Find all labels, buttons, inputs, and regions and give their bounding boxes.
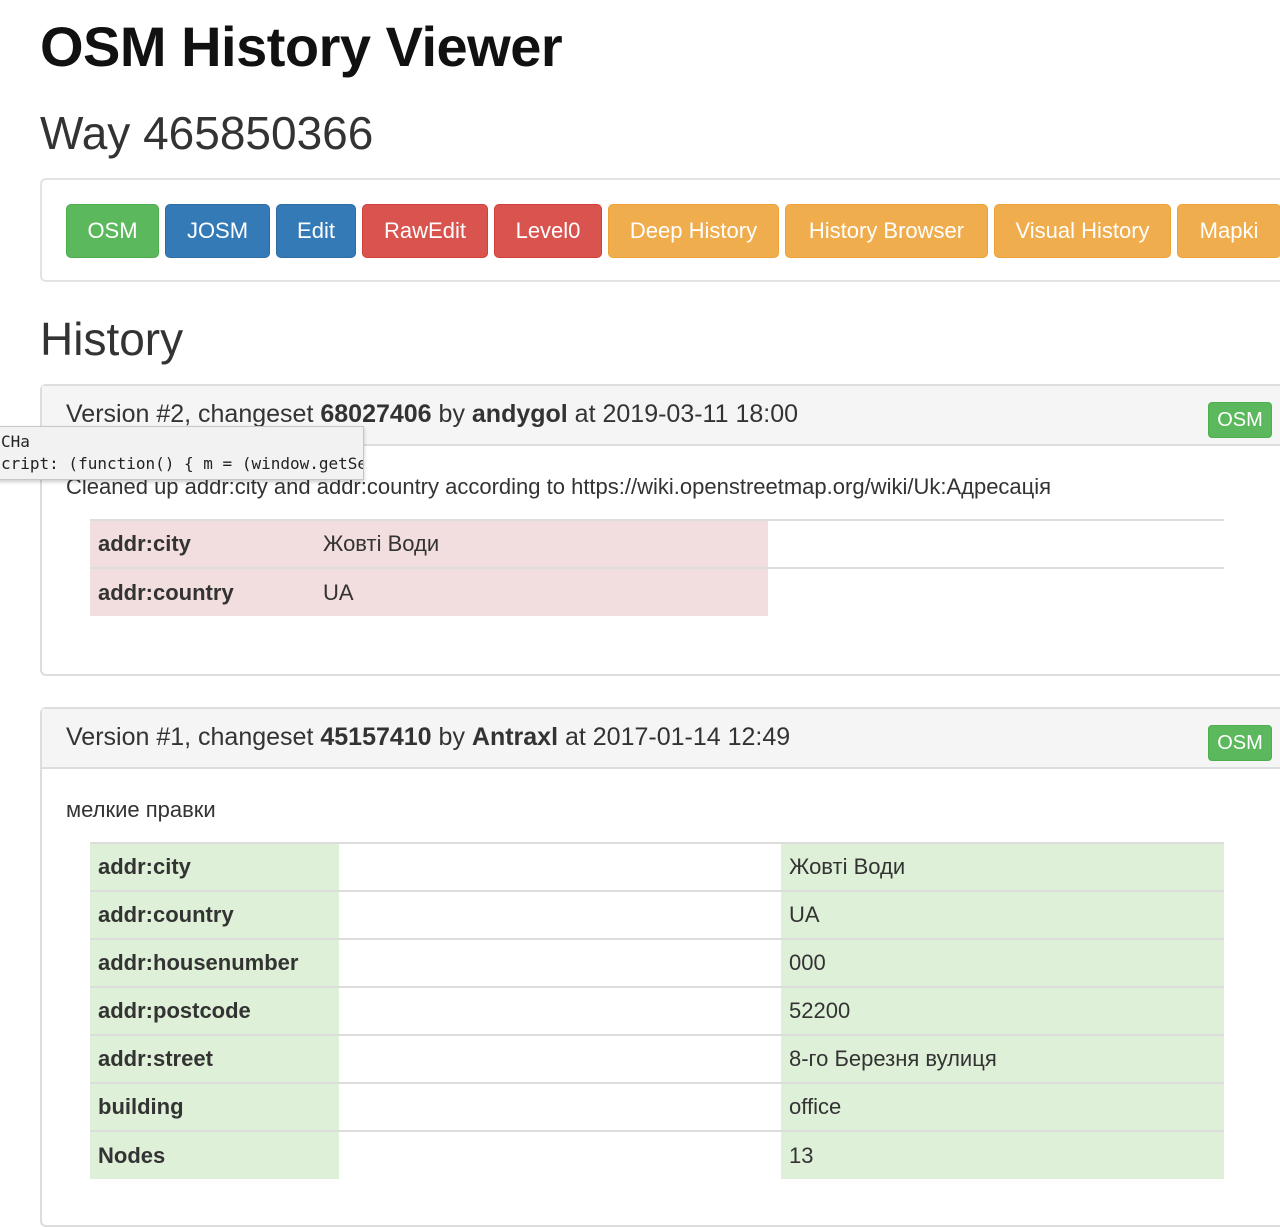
- history-title: History: [40, 313, 184, 365]
- version-osm-button[interactable]: OSM: [1208, 402, 1272, 438]
- tag-key: addr:country: [90, 567, 315, 616]
- tag-key: addr:city: [90, 842, 339, 891]
- table-row: building office: [90, 1082, 1224, 1131]
- josm-button[interactable]: JOSM: [165, 204, 270, 258]
- level0-button[interactable]: Level0: [494, 204, 602, 258]
- bookmarklet-tooltip: CHa cript: (function() { m = (window.get…: [0, 426, 364, 480]
- tooltip-line: cript: (function() { m = (window.getSele…: [1, 454, 363, 473]
- tag-new-value: UA: [781, 890, 1224, 939]
- table-row: addr:housenumber 000: [90, 938, 1224, 987]
- at-label: at: [558, 723, 593, 751]
- tag-old-value: Жовті Води: [315, 519, 768, 568]
- user-link[interactable]: Antraxl: [472, 723, 558, 751]
- table-row: addr:city Жовті Води: [90, 519, 1224, 568]
- tag-key: addr:housenumber: [90, 938, 339, 987]
- tag-new-value: [768, 519, 1224, 568]
- changeset-link[interactable]: 68027406: [320, 400, 431, 428]
- tag-new-value: 13: [781, 1130, 1224, 1179]
- version-title: Version #1, changeset 45157410 by Antrax…: [66, 723, 790, 752]
- changeset-link[interactable]: 45157410: [320, 723, 431, 751]
- by-label: by: [431, 400, 472, 428]
- version-osm-button[interactable]: OSM: [1208, 725, 1272, 761]
- version-panel: Version #1, changeset 45157410 by Antrax…: [40, 707, 1280, 1227]
- history-browser-button[interactable]: History Browser: [785, 204, 988, 258]
- rawedit-button[interactable]: RawEdit: [362, 204, 488, 258]
- changeset-comment: мелкие правки: [66, 797, 216, 822]
- tag-key: addr:street: [90, 1034, 339, 1083]
- osm-button[interactable]: OSM: [66, 204, 159, 258]
- version-timestamp: 2019-03-11 18:00: [602, 400, 799, 428]
- tag-diff-table: addr:city Жовті Води addr:country UA add…: [90, 842, 1224, 1179]
- table-row: addr:city Жовті Води: [90, 842, 1224, 891]
- table-row: addr:street 8-го Березня вулиця: [90, 1034, 1224, 1083]
- toolbar: OSM JOSM Edit RawEdit Level0 Deep Histor…: [40, 178, 1280, 282]
- tag-key: addr:country: [90, 890, 339, 939]
- tag-old-value: UA: [315, 567, 768, 616]
- tag-key: addr:city: [90, 519, 315, 568]
- mapki-button[interactable]: Mapki: [1177, 204, 1280, 258]
- tag-new-value: 52200: [781, 986, 1224, 1035]
- table-row: addr:country UA: [90, 567, 1224, 616]
- edit-button[interactable]: Edit: [276, 204, 356, 258]
- tag-new-value: 8-го Березня вулиця: [781, 1034, 1224, 1083]
- tag-new-value: 000: [781, 938, 1224, 987]
- at-label: at: [567, 400, 603, 428]
- tag-diff-table: addr:city Жовті Води addr:country UA: [90, 519, 1224, 616]
- version-label: Version #1, changeset: [66, 723, 321, 751]
- version-timestamp: 2017-01-14 12:49: [592, 723, 791, 751]
- tag-old-value: [339, 890, 781, 939]
- tag-new-value: office: [781, 1082, 1224, 1131]
- tooltip-line: CHa: [1, 432, 30, 451]
- tag-new-value: [768, 567, 1224, 616]
- by-label: by: [431, 723, 472, 751]
- version-label: Version #2, changeset: [66, 400, 321, 428]
- tag-new-value: Жовті Води: [781, 842, 1224, 891]
- app-title: OSM History Viewer: [40, 15, 563, 78]
- user-link[interactable]: andygol: [472, 400, 568, 428]
- tag-old-value: [339, 842, 781, 891]
- tag-old-value: [339, 938, 781, 987]
- visual-history-button[interactable]: Visual History: [994, 204, 1171, 258]
- tag-old-value: [339, 1034, 781, 1083]
- version-heading: Version #1, changeset 45157410 by Antrax…: [42, 709, 1280, 769]
- tag-old-value: [339, 986, 781, 1035]
- table-row: Nodes 13: [90, 1130, 1224, 1179]
- deep-history-button[interactable]: Deep History: [608, 204, 779, 258]
- object-title: Way 465850366: [40, 107, 374, 159]
- table-row: addr:postcode 52200: [90, 986, 1224, 1035]
- tag-old-value: [339, 1082, 781, 1131]
- table-row: addr:country UA: [90, 890, 1224, 939]
- version-title: Version #2, changeset 68027406 by andygo…: [66, 400, 798, 429]
- tag-old-value: [339, 1130, 781, 1179]
- tag-key: addr:postcode: [90, 986, 339, 1035]
- tag-key: building: [90, 1082, 339, 1131]
- tag-key: Nodes: [90, 1130, 339, 1179]
